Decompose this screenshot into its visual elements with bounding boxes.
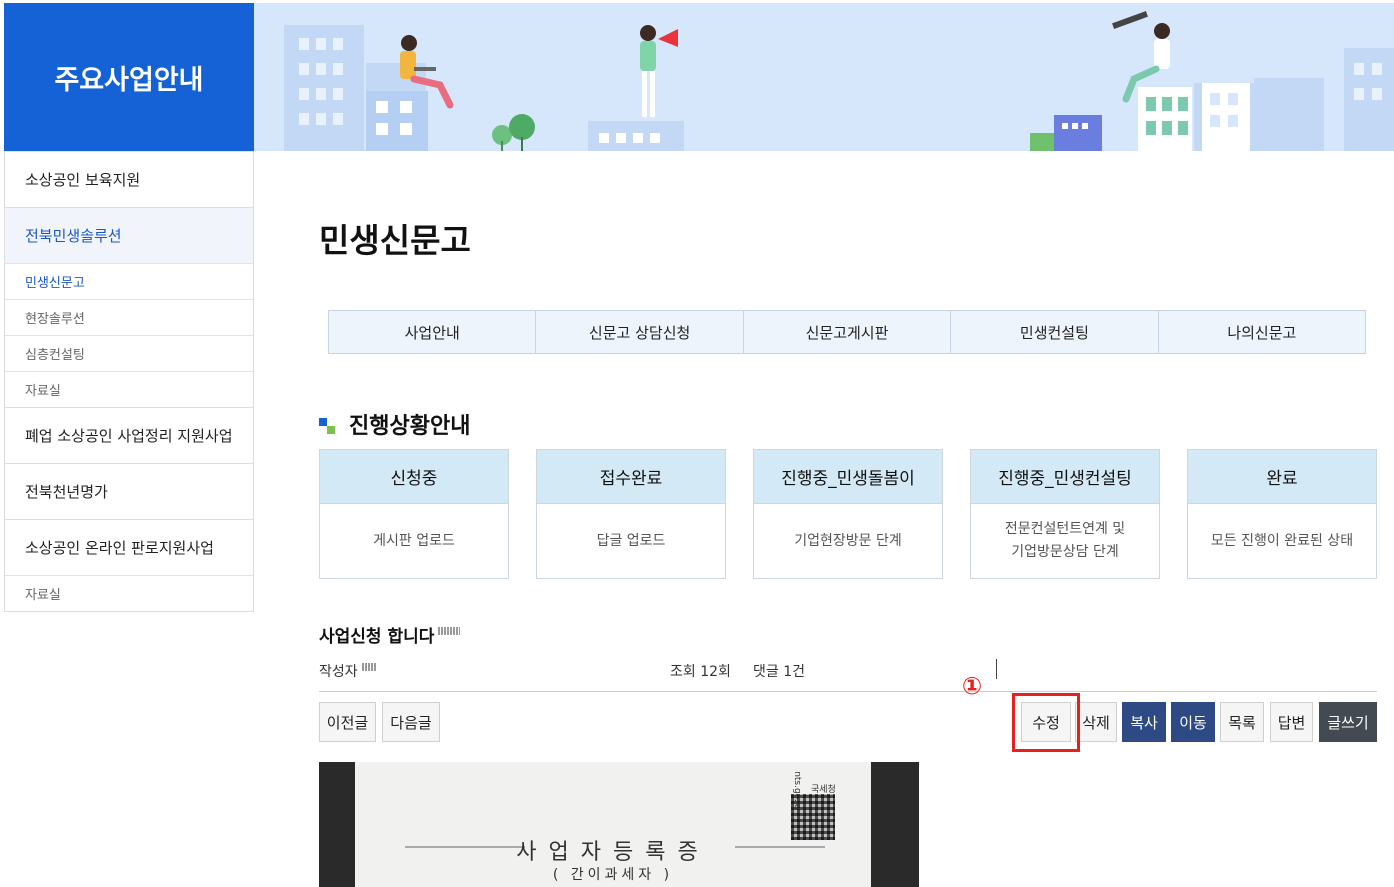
sidebar-item-closure-support[interactable]: 폐업 소상공인 사업정리 지원사업 [5,407,253,463]
attached-image: 국세청 nts.go.kr 사업자등록증 ( 간이과세자 ) [319,762,919,887]
post-meta: 작성자 조회 12회 댓글 1건 [319,659,1377,692]
tab-business-info[interactable]: 사업안내 [329,311,535,353]
redacted-author [361,663,376,671]
list-button[interactable]: 목록 [1220,702,1264,742]
progress-section-heading: 진행상황안내 [319,408,470,440]
post-comments: 댓글 1건 [753,664,805,680]
delete-button[interactable]: 삭제 [1075,702,1117,742]
qr-label: 국세청 [811,785,836,795]
tab-my-sinmungo[interactable]: 나의신문고 [1157,311,1365,353]
tab-sinmungo-board[interactable]: 신문고게시판 [742,311,950,353]
sidebar-subitem-archive-2[interactable]: 자료실 [5,575,253,611]
sidebar-menu: 소상공인 보육지원 전북민생솔루션 민생신문고 현장솔루션 심층컨설팅 자료실 … [4,151,254,612]
post-views: 조회 12회 [670,664,731,680]
document-title: 사업자등록증 [516,840,710,865]
status-step-title: 접수완료 [537,450,725,504]
status-step-desc: 기업현장방문 단계 [794,532,902,549]
sidebar-title: 주요사업안내 [4,3,254,151]
post-title-text: 사업신청 합니다 [319,627,435,647]
sidebar-item-sosang-boyuk[interactable]: 소상공인 보육지원 [5,151,253,207]
annotation-highlight-box [1012,693,1080,752]
status-step-title: 진행중_민생컨설팅 [971,450,1159,504]
header-banner [254,3,1394,151]
status-step-title: 완료 [1188,450,1376,504]
sidebar-item-cheonnyeon-myeongga[interactable]: 전북천년명가 [5,463,253,519]
status-step-desc: 전문컨설턴트연계 및 기업방문상담 단계 [971,504,1159,578]
tab-minsaeng-consulting[interactable]: 민생컨설팅 [950,311,1157,353]
write-button[interactable]: 글쓰기 [1319,702,1377,742]
sidebar-subitem-archive[interactable]: 자료실 [5,371,253,407]
nts-site-label: nts.go.kr [791,771,802,811]
author-label: 작성자 [319,664,358,680]
status-step-received: 접수완료 답글 업로드 [536,449,726,579]
copy-button[interactable]: 복사 [1122,702,1166,742]
status-step-title: 진행중_민생돌봄이 [754,450,942,504]
progress-heading-text: 진행상황안내 [349,414,471,439]
sidebar-subitem-hyeonjang-solution[interactable]: 현장솔루션 [5,299,253,335]
page-title: 민생신문고 [319,221,471,260]
section-bullet-icon [319,414,339,434]
prev-post-button[interactable]: 이전글 [319,702,376,742]
sidebar-item-jeonbuk-solution[interactable]: 전북민생솔루션 [5,207,253,263]
status-step-title: 신청중 [320,450,508,504]
status-step-desc: 답글 업로드 [596,532,666,549]
reply-button[interactable]: 답변 [1270,702,1313,742]
status-step-complete: 완료 모든 진행이 완료된 상태 [1187,449,1377,579]
status-step-desc-line1: 전문컨설턴트연계 및 [1004,521,1126,537]
annotation-marker: ① [961,672,983,700]
move-button[interactable]: 이동 [1171,702,1215,742]
status-step-applying: 신청중 게시판 업로드 [319,449,509,579]
redacted-text [438,626,461,635]
status-step-in-progress-consulting: 진행중_민생컨설팅 전문컨설턴트연계 및 기업방문상담 단계 [970,449,1160,579]
sub-tabs: 사업안내 신문고 상담신청 신문고게시판 민생컨설팅 나의신문고 [328,310,1366,354]
status-step-desc: 모든 진행이 완료된 상태 [1210,532,1354,549]
status-step-desc: 게시판 업로드 [373,532,455,549]
sidebar-item-online-sales[interactable]: 소상공인 온라인 판로지원사업 [5,519,253,575]
business-registration-document: 국세청 nts.go.kr 사업자등록증 ( 간이과세자 ) [355,762,871,887]
tab-consultation-request[interactable]: 신문고 상담신청 [535,311,742,353]
status-step-in-progress-care: 진행중_민생돌봄이 기업현장방문 단계 [753,449,943,579]
sidebar-subitem-minsaeng-sinmungo[interactable]: 민생신문고 [5,263,253,299]
sidebar-subitem-simcheung-consulting[interactable]: 심층컨설팅 [5,335,253,371]
post-author: 작성자 [319,661,376,681]
post-title: 사업신청 합니다 [319,622,461,647]
document-subtitle: ( 간이과세자 ) [552,867,674,883]
banner-illustration [284,11,1394,151]
status-step-desc-line2: 기업방문상담 단계 [1011,544,1119,560]
next-post-button[interactable]: 다음글 [382,702,440,742]
text-cursor [996,659,997,679]
